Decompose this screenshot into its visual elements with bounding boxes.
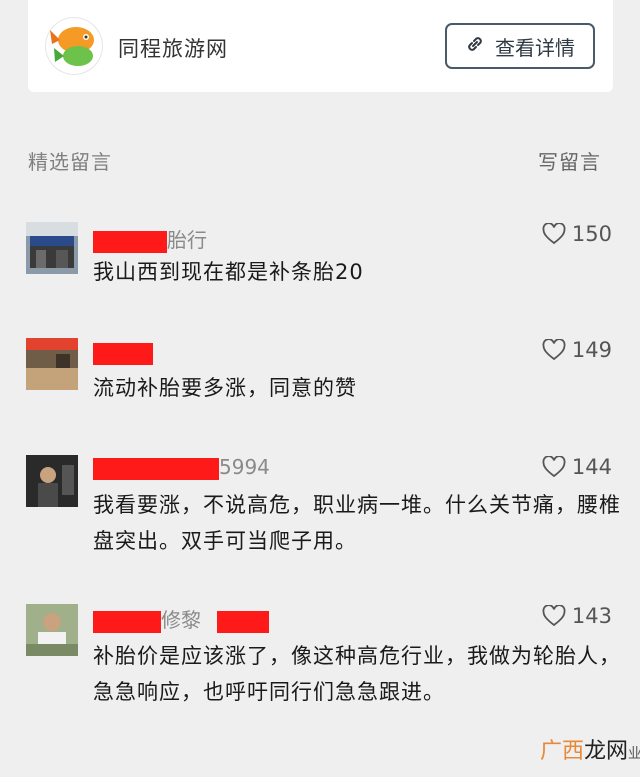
site-watermark: 广西龙网业 [540, 739, 640, 764]
like-button[interactable]: 149 [542, 338, 612, 362]
app-name: 同程旅游网 [118, 37, 228, 61]
heart-icon [542, 223, 566, 245]
commenter-name[interactable]: 胎行 [93, 224, 207, 253]
heart-icon [542, 339, 566, 361]
like-count: 150 [571, 222, 612, 246]
avatar[interactable] [26, 455, 78, 507]
featured-comments-title: 精选留言 [28, 150, 112, 174]
like-button[interactable]: 144 [542, 455, 612, 479]
heart-icon [542, 605, 566, 627]
commenter-name[interactable] [93, 340, 153, 365]
link-icon [465, 34, 485, 59]
like-count: 149 [571, 338, 612, 362]
view-details-label: 查看详情 [495, 35, 575, 60]
avatar[interactable] [26, 338, 78, 390]
heart-icon [542, 456, 566, 478]
like-button[interactable]: 150 [542, 222, 612, 246]
comment-text: 补胎价是应该涨了，像这种高危行业，我做为轮胎人，急急响应，也呼吁同行们急急跟进。 [93, 644, 621, 704]
comment-text: 我看要涨，不说高危，职业病一堆。什么关节痛，腰椎盘突出。双手可当爬子用。 [93, 493, 621, 553]
avatar[interactable] [26, 604, 78, 656]
redaction-mark [93, 610, 161, 633]
comment-text: 流动补胎要多涨，同意的赞 [93, 376, 357, 400]
commenter-name[interactable]: 修黎 [93, 604, 269, 633]
write-comment-link[interactable]: 写留言 [538, 146, 601, 175]
redaction-mark [217, 610, 269, 633]
like-count: 144 [571, 455, 612, 479]
like-count: 143 [571, 604, 612, 628]
view-details-button[interactable]: 查看详情 [445, 23, 595, 69]
mini-program-card[interactable]: 同程旅游网 查看详情 [28, 0, 613, 92]
commenter-name[interactable]: 5994 [93, 455, 270, 480]
avatar[interactable] [26, 222, 78, 274]
redaction-mark [93, 230, 167, 253]
comment-text: 我山西到现在都是补条胎20 [93, 260, 364, 284]
like-button[interactable]: 143 [542, 604, 612, 628]
redaction-mark [93, 342, 153, 365]
app-logo [46, 18, 102, 74]
redaction-mark [93, 457, 219, 480]
